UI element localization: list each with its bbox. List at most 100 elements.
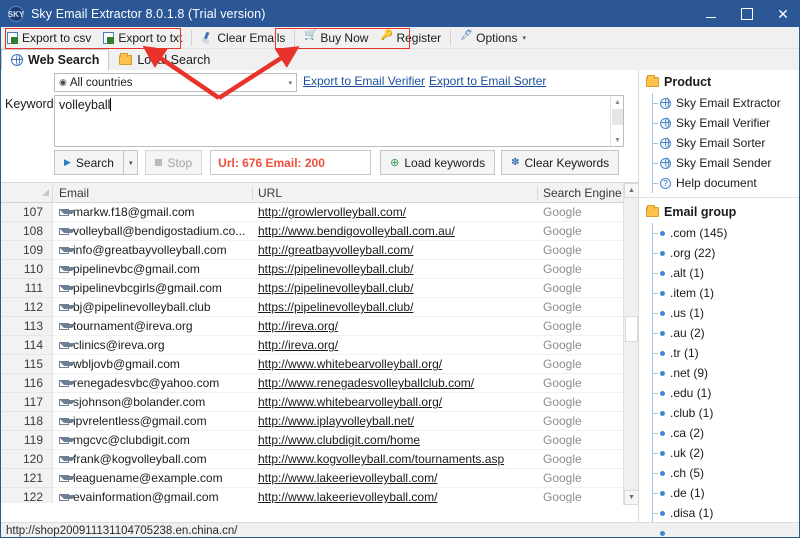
- email-group-item-8[interactable]: .edu (1): [639, 383, 799, 403]
- table-row[interactable]: 108 volleyball@bendigostadium.co... http:/…: [1, 221, 638, 241]
- email-group-item-5[interactable]: .au (2): [639, 323, 799, 343]
- product-item-label: Sky Email Extractor: [676, 96, 781, 110]
- row-email-cell: sjohnson@bolander.com: [53, 395, 253, 409]
- bullet-icon: [660, 470, 665, 476]
- export-to-txt-button[interactable]: Export to txt: [97, 28, 188, 48]
- row-url-cell[interactable]: http://www.clubdigit.com/home: [253, 433, 538, 447]
- row-url-cell[interactable]: http://ireva.org/: [253, 319, 538, 333]
- row-url-cell[interactable]: http://www.iplayvolleyball.net/: [253, 414, 538, 428]
- scroll-up-icon[interactable]: ▲: [624, 183, 639, 198]
- export-to-csv-button[interactable]: Export to csv: [1, 28, 97, 48]
- row-url-cell[interactable]: http://www.lakeerievolleyball.com/: [253, 471, 538, 485]
- scroll-down-icon[interactable]: ▼: [624, 490, 639, 505]
- table-row[interactable]: 115 wbljovb@gmail.com http://www.whitebear…: [1, 354, 638, 374]
- email-group-item-10[interactable]: .ca (2): [639, 423, 799, 443]
- chevron-down-icon[interactable]: ▾: [522, 34, 526, 42]
- email-group-item-6[interactable]: .tr (1): [639, 343, 799, 363]
- register-button[interactable]: Register: [374, 28, 447, 48]
- clear-keywords-button[interactable]: ✽ Clear Keywords: [501, 150, 620, 175]
- email-group-item-7[interactable]: .net (9): [639, 363, 799, 383]
- scroll-down-icon[interactable]: ▼: [611, 134, 624, 146]
- table-header: Email URL Search Engine: [1, 182, 638, 203]
- email-group-item-label: .com (145): [670, 226, 728, 240]
- stop-button[interactable]: Stop: [145, 150, 203, 175]
- load-keywords-button[interactable]: ⊕ Load keywords: [380, 150, 496, 175]
- buy-now-button[interactable]: Buy Now: [298, 28, 374, 48]
- column-header-url[interactable]: URL: [253, 185, 538, 200]
- table-row[interactable]: 120 frank@kogvolleyball.com http://www.kog…: [1, 449, 638, 469]
- row-url-cell[interactable]: https://pipelinevolleyball.club/: [253, 262, 538, 276]
- table-row[interactable]: 119 mgcvc@clubdigit.com http://www.clubdig…: [1, 430, 638, 450]
- table-row[interactable]: 114 clinics@ireva.org http://ireva.org/Goo…: [1, 335, 638, 355]
- row-url-cell[interactable]: http://ireva.org/: [253, 338, 538, 352]
- row-url-cell[interactable]: http://growlervolleyball.com/: [253, 205, 538, 219]
- export-to-email-sorter-link[interactable]: Export to Email Sorter: [429, 74, 546, 88]
- email-group-item-12[interactable]: .ch (5): [639, 463, 799, 483]
- tab-web-search[interactable]: Web Search: [1, 49, 110, 70]
- row-email-text: ipvrelentless@gmail.com: [73, 414, 207, 428]
- row-url-cell[interactable]: http://www.bendigovolleyball.com.au/: [253, 224, 538, 238]
- email-group-item-9[interactable]: .club (1): [639, 403, 799, 423]
- tab-local-search[interactable]: Local Search: [109, 49, 220, 70]
- row-url-cell[interactable]: http://greatbayvolleyball.com/: [253, 243, 538, 257]
- table-row[interactable]: 107 markw.f18@gmail.com http://growlervoll…: [1, 203, 638, 222]
- row-url-cell[interactable]: http://www.renegadesvolleyballclub.com/: [253, 376, 538, 390]
- scroll-up-icon[interactable]: ▲: [611, 96, 624, 108]
- email-group-item-label: .uk (2): [670, 446, 705, 460]
- email-group-item-14[interactable]: .disa (1): [639, 503, 799, 523]
- row-url-cell[interactable]: http://www.lakeerievolleyball.com/: [253, 490, 538, 503]
- column-header-email[interactable]: Email: [53, 185, 253, 200]
- table-row[interactable]: 122 evainformation@gmail.com http://www.la…: [1, 487, 638, 503]
- row-url-cell[interactable]: https://pipelinevolleyball.club/: [253, 300, 538, 314]
- search-dropdown-button[interactable]: ▾: [123, 150, 139, 175]
- email-group-item-label: .us (1): [670, 306, 705, 320]
- keyword-input[interactable]: volleyball ▲ ▼: [54, 95, 624, 147]
- product-item-1[interactable]: Sky Email Verifier: [639, 113, 799, 133]
- minimize-icon[interactable]: [693, 1, 729, 27]
- column-header-index[interactable]: [1, 182, 53, 203]
- clear-emails-button[interactable]: Clear Emails: [195, 28, 291, 48]
- table-row[interactable]: 113 tournament@ireva.org http://ireva.org/…: [1, 316, 638, 336]
- export-to-email-verifier-link[interactable]: Export to Email Verifier: [303, 74, 425, 88]
- scroll-thumb[interactable]: [625, 316, 638, 342]
- table-row[interactable]: 121 leaguename@example.com http://www.lake…: [1, 468, 638, 488]
- row-url-cell[interactable]: http://www.kogvolleyball.com/tournaments…: [253, 452, 538, 466]
- product-item-4[interactable]: ? Help document: [639, 173, 799, 193]
- options-button[interactable]: Options ▾: [454, 28, 532, 48]
- email-group-item-0[interactable]: .com (145): [639, 223, 799, 243]
- keyword-scrollbar[interactable]: ▲ ▼: [610, 96, 623, 146]
- row-url-text: http://www.kogvolleyball.com/tournaments…: [258, 452, 505, 466]
- table-row[interactable]: 111 pipelinevbcgirls@gmail.com https://pip…: [1, 278, 638, 298]
- row-index: 108: [1, 221, 53, 241]
- email-group-item-label: .tr (1): [670, 346, 699, 360]
- row-url-cell[interactable]: https://pipelinevolleyball.club/: [253, 281, 538, 295]
- bullet-icon: [660, 310, 665, 316]
- row-url-cell[interactable]: http://www.whitebearvolleyball.org/: [253, 395, 538, 409]
- product-item-0[interactable]: Sky Email Extractor: [639, 93, 799, 113]
- email-group-item-2[interactable]: .alt (1): [639, 263, 799, 283]
- table-row[interactable]: 116 renegadesvbc@yahoo.com http://www.rene…: [1, 373, 638, 393]
- row-url-cell[interactable]: http://www.whitebearvolleyball.org/: [253, 357, 538, 371]
- search-button[interactable]: ▶ Search: [54, 150, 124, 175]
- product-item-3[interactable]: Sky Email Sender: [639, 153, 799, 173]
- close-icon[interactable]: ✕: [765, 1, 799, 27]
- table-scrollbar[interactable]: ▲ ▼: [623, 183, 639, 505]
- chevron-down-icon[interactable]: ▾: [288, 79, 292, 87]
- maximize-icon[interactable]: [729, 1, 765, 27]
- product-item-2[interactable]: Sky Email Sorter: [639, 133, 799, 153]
- row-email-cell: clinics@ireva.org: [53, 338, 253, 352]
- row-index: 122: [1, 487, 53, 503]
- email-group-item-11[interactable]: .uk (2): [639, 443, 799, 463]
- email-group-item-4[interactable]: .us (1): [639, 303, 799, 323]
- table-row[interactable]: 110 pipelinevbc@gmail.com https://pipeline…: [1, 259, 638, 279]
- table-row[interactable]: 112 bj@pipelinevolleyball.club https://pip…: [1, 297, 638, 317]
- email-group-item-13[interactable]: .de (1): [639, 483, 799, 503]
- row-index: 109: [1, 240, 53, 260]
- email-group-item-3[interactable]: .item (1): [639, 283, 799, 303]
- country-select[interactable]: ◉ All countries ▾: [54, 73, 297, 92]
- table-row[interactable]: 118 ipvrelentless@gmail.com http://www.ipl…: [1, 411, 638, 431]
- email-group-item-1[interactable]: .org (22): [639, 243, 799, 263]
- table-row[interactable]: 109 info@greatbayvolleyball.com http://gre…: [1, 240, 638, 260]
- table-row[interactable]: 117 sjohnson@bolander.com http://www.white…: [1, 392, 638, 412]
- scroll-thumb[interactable]: [612, 109, 623, 125]
